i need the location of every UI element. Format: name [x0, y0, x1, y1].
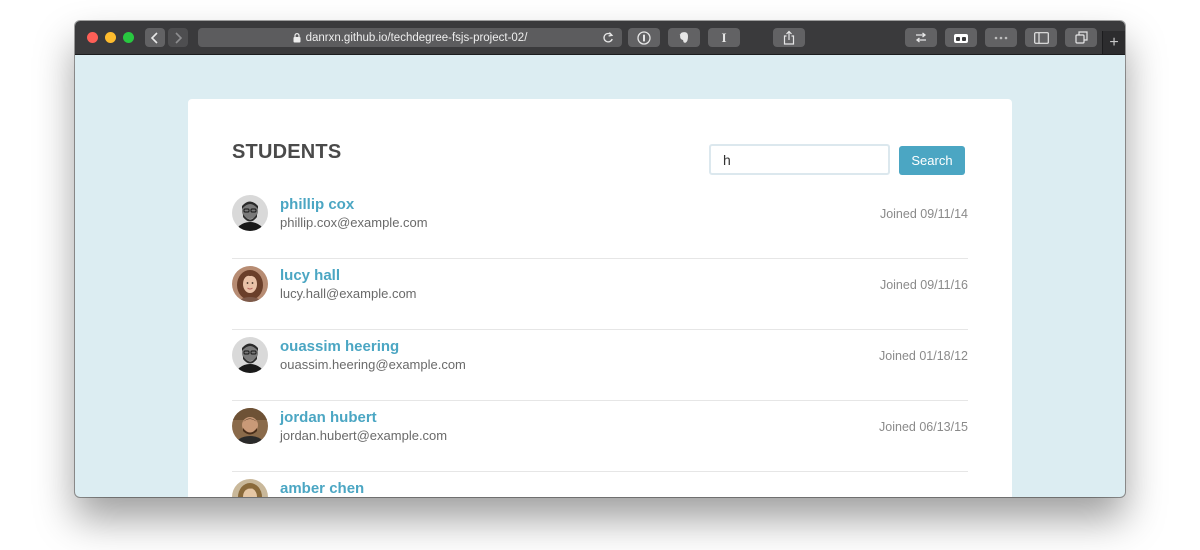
- student-joined-date: Joined 06/13/15: [879, 420, 968, 434]
- students-card: STUDENTS Search phillip cox phillip.cox@…: [188, 99, 1012, 497]
- student-row: amber chen: [232, 472, 968, 497]
- student-row: jordan hubert jordan.hubert@example.com …: [232, 401, 968, 472]
- student-list: phillip cox phillip.cox@example.com Join…: [232, 188, 968, 497]
- avatar: [232, 479, 268, 497]
- evernote-icon: [679, 32, 688, 43]
- plus-icon: +: [1109, 33, 1119, 51]
- share-icon: [783, 30, 795, 45]
- student-email: jordan.hubert@example.com: [280, 428, 448, 443]
- student-name-link[interactable]: jordan hubert: [280, 409, 377, 426]
- instapaper-extension-button[interactable]: I: [708, 28, 740, 47]
- student-name-link[interactable]: amber chen: [280, 480, 364, 497]
- student-joined-date: Joined 09/11/16: [879, 278, 968, 292]
- address-url: danrxn.github.io/techdegree-fsjs-project…: [305, 31, 528, 44]
- page-viewport: STUDENTS Search phillip cox phillip.cox@…: [75, 55, 1125, 497]
- sidebar-button[interactable]: [1025, 28, 1057, 47]
- reader-extension-button[interactable]: [945, 28, 977, 47]
- reload-icon[interactable]: [602, 31, 614, 44]
- share-button[interactable]: [773, 28, 805, 47]
- instapaper-icon: I: [721, 29, 727, 45]
- sidebar-icon: [1033, 31, 1049, 44]
- minimize-window-button[interactable]: [105, 32, 116, 43]
- avatar: [232, 266, 268, 302]
- arrows-swap-icon: [915, 32, 927, 43]
- zoom-window-button[interactable]: [123, 32, 134, 43]
- avatar: [232, 408, 268, 444]
- forward-button[interactable]: [168, 28, 188, 47]
- sync-extension-button[interactable]: [905, 28, 937, 47]
- student-name-link[interactable]: lucy hall: [280, 267, 340, 284]
- evernote-extension-button[interactable]: [668, 28, 700, 47]
- search-button[interactable]: Search: [899, 146, 965, 175]
- student-name-link[interactable]: ouassim heering: [280, 338, 399, 355]
- tabs-icon: [1074, 31, 1088, 44]
- student-row: phillip cox phillip.cox@example.com Join…: [232, 188, 968, 259]
- ellipsis-icon: [994, 36, 1008, 39]
- browser-window: danrxn.github.io/techdegree-fsjs-project…: [75, 21, 1125, 497]
- avatar: [232, 195, 268, 231]
- chevron-left-icon: [150, 31, 158, 44]
- student-email: phillip.cox@example.com: [280, 215, 428, 230]
- student-email: ouassim.heering@example.com: [280, 357, 466, 372]
- student-joined-date: Joined 01/18/12: [879, 349, 968, 363]
- student-row: ouassim heering ouassim.heering@example.…: [232, 330, 968, 401]
- back-button[interactable]: [145, 28, 165, 47]
- avatar: [232, 337, 268, 373]
- chevron-right-icon: [175, 31, 183, 44]
- glasses-icon: [954, 33, 968, 43]
- more-extensions-button[interactable]: [985, 28, 1017, 47]
- browser-toolbar: danrxn.github.io/techdegree-fsjs-project…: [75, 21, 1125, 55]
- close-window-button[interactable]: [87, 32, 98, 43]
- address-bar[interactable]: danrxn.github.io/techdegree-fsjs-project…: [198, 28, 622, 47]
- password-manager-icon: [637, 30, 651, 45]
- student-name-link[interactable]: phillip cox: [280, 196, 354, 213]
- lock-icon: [293, 32, 301, 42]
- student-email: lucy.hall@example.com: [280, 286, 417, 301]
- password-extension-button[interactable]: [628, 28, 660, 47]
- student-row: lucy hall lucy.hall@example.com Joined 0…: [232, 259, 968, 330]
- student-joined-date: Joined 09/11/14: [879, 207, 968, 221]
- tab-overview-button[interactable]: [1065, 28, 1097, 47]
- new-tab-button[interactable]: +: [1102, 31, 1125, 54]
- page-title: STUDENTS: [232, 141, 342, 163]
- search-input[interactable]: [709, 144, 890, 175]
